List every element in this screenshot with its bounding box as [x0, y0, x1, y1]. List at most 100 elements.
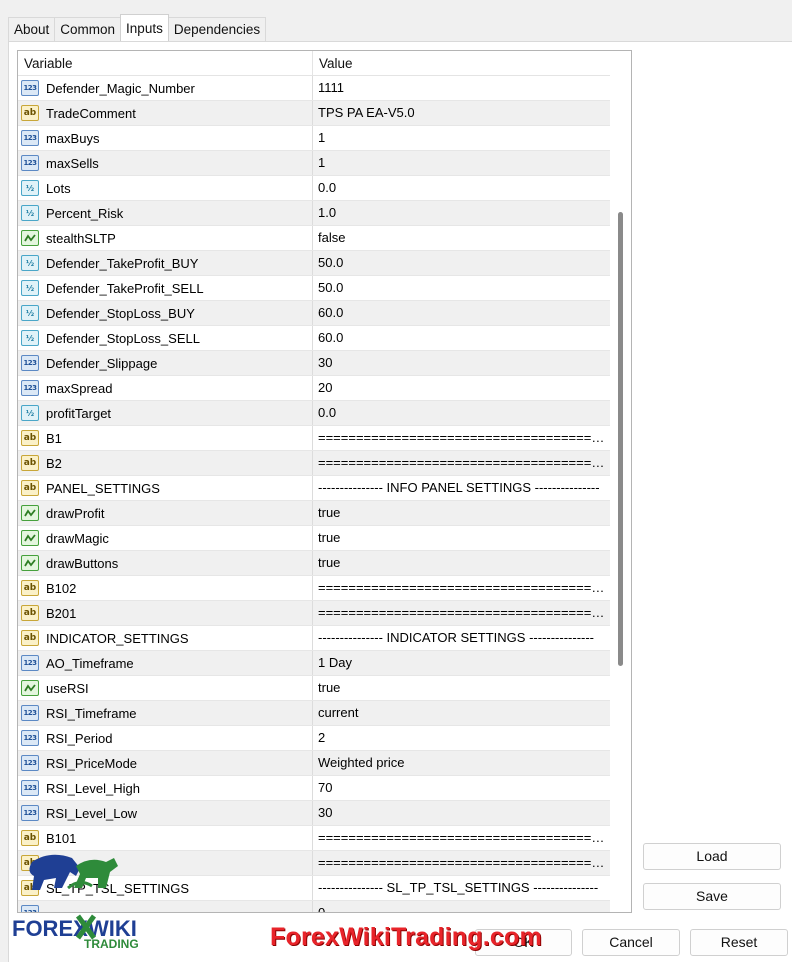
value-cell[interactable]: ========================================…: [313, 826, 610, 850]
scrollbar-thumb[interactable]: [618, 212, 623, 666]
table-row[interactable]: 123 RSI_PriceMode Weighted price: [18, 751, 610, 776]
variable-cell: 123 RSI_Level_High: [18, 776, 313, 800]
variable-cell: drawMagic: [18, 526, 313, 550]
table-row[interactable]: 123 maxSells 1: [18, 151, 610, 176]
value-cell[interactable]: 20: [313, 376, 610, 400]
type-icon-label: 123: [23, 134, 37, 142]
table-row[interactable]: ab B201 ==================================…: [18, 601, 610, 626]
table-row[interactable]: 123 RSI_Level_Low 30: [18, 801, 610, 826]
table-row[interactable]: 123 Defender_Slippage 30: [18, 351, 610, 376]
value-cell[interactable]: 0: [313, 901, 610, 912]
cancel-button[interactable]: Cancel: [582, 929, 680, 956]
type-icon-label: ab: [23, 483, 37, 493]
type-icon-label: 123: [23, 759, 37, 767]
variable-cell: ½ Lots: [18, 176, 313, 200]
column-header-variable[interactable]: Variable: [18, 51, 313, 76]
tab-about[interactable]: About: [8, 17, 56, 41]
value-cell[interactable]: 2: [313, 726, 610, 750]
variable-name: drawButtons: [46, 555, 119, 571]
table-row[interactable]: drawProfit true: [18, 501, 610, 526]
table-row[interactable]: ½ Defender_TakeProfit_SELL 50.0: [18, 276, 610, 301]
value-cell[interactable]: ========================================…: [313, 851, 610, 875]
table-row[interactable]: 123 RSI_Period 2: [18, 726, 610, 751]
table-row[interactable]: ½ Percent_Risk 1.0: [18, 201, 610, 226]
inputs-grid[interactable]: Variable Value 123 Defender_Magic_Number 1…: [17, 50, 632, 913]
value-cell[interactable]: 70: [313, 776, 610, 800]
value-cell[interactable]: true: [313, 526, 610, 550]
table-row[interactable]: useRSI true: [18, 676, 610, 701]
value-cell[interactable]: ========================================…: [313, 576, 610, 600]
table-row[interactable]: 123 maxBuys 1: [18, 126, 610, 151]
value-cell[interactable]: current: [313, 701, 610, 725]
variable-name: drawProfit: [46, 505, 105, 521]
table-row[interactable]: 123 AO_Timeframe 1 Day: [18, 651, 610, 676]
value-cell[interactable]: 50.0: [313, 251, 610, 275]
vertical-scrollbar[interactable]: [610, 51, 631, 912]
table-row[interactable]: 123 maxSpread 20: [18, 376, 610, 401]
value-cell[interactable]: TPS PA EA-V5.0: [313, 101, 610, 125]
value-cell[interactable]: 50.0: [313, 276, 610, 300]
value-cell[interactable]: 0.0: [313, 176, 610, 200]
reset-button[interactable]: Reset: [690, 929, 788, 956]
svg-text:TRADING: TRADING: [84, 937, 139, 948]
variable-name: B1: [46, 430, 62, 446]
value-cell[interactable]: 1.0: [313, 201, 610, 225]
table-row[interactable]: ½ profitTarget 0.0: [18, 401, 610, 426]
table-row[interactable]: ½ Defender_StopLoss_BUY 60.0: [18, 301, 610, 326]
variable-name: Defender_Magic_Number: [46, 80, 195, 96]
table-row[interactable]: ab TradeComment TPS PA EA-V5.0: [18, 101, 610, 126]
integer-type-icon: 123: [21, 355, 39, 371]
value-cell[interactable]: ========================================…: [313, 451, 610, 475]
value-cell[interactable]: 60.0: [313, 301, 610, 325]
integer-type-icon: 123: [21, 380, 39, 396]
table-row[interactable]: ab INDICATOR_SETTINGS --------------- INDI…: [18, 626, 610, 651]
table-row[interactable]: 123 Defender_Magic_Number 1111: [18, 76, 610, 101]
tab-inputs[interactable]: Inputs: [120, 14, 169, 41]
value-cell[interactable]: false: [313, 226, 610, 250]
tab-dependencies[interactable]: Dependencies: [167, 17, 267, 41]
value-cell[interactable]: Weighted price: [313, 751, 610, 775]
value-cell[interactable]: 1: [313, 126, 610, 150]
tab-common[interactable]: Common: [54, 17, 122, 41]
variable-name: maxBuys: [46, 130, 100, 146]
save-button[interactable]: Save: [643, 883, 781, 910]
value-cell[interactable]: 1111: [313, 76, 610, 100]
table-row[interactable]: 123 RSI_Timeframe current: [18, 701, 610, 726]
type-icon-label: 123: [23, 384, 37, 392]
table-row[interactable]: ab B1 ====================================…: [18, 426, 610, 451]
value-cell[interactable]: true: [313, 551, 610, 575]
column-header-value[interactable]: Value: [313, 51, 610, 76]
table-row[interactable]: drawButtons true: [18, 551, 610, 576]
table-row[interactable]: 123 RSI_Level_High 70: [18, 776, 610, 801]
variable-name: Defender_Slippage: [46, 355, 158, 371]
table-row[interactable]: ½ Defender_TakeProfit_BUY 50.0: [18, 251, 610, 276]
value-cell[interactable]: true: [313, 501, 610, 525]
table-row[interactable]: ab B2 ====================================…: [18, 451, 610, 476]
table-row[interactable]: stealthSLTP false: [18, 226, 610, 251]
variable-cell: ab INDICATOR_SETTINGS: [18, 626, 313, 650]
value-cell[interactable]: ========================================…: [313, 426, 610, 450]
variable-cell: drawProfit: [18, 501, 313, 525]
table-row[interactable]: ab PANEL_SETTINGS --------------- INFO PAN…: [18, 476, 610, 501]
value-cell[interactable]: 0.0: [313, 401, 610, 425]
value-cell[interactable]: 60.0: [313, 326, 610, 350]
table-row[interactable]: ½ Lots 0.0: [18, 176, 610, 201]
value-cell[interactable]: --------------- SL_TP_TSL_SETTINGS -----…: [313, 876, 610, 900]
table-row[interactable]: ½ Defender_StopLoss_SELL 60.0: [18, 326, 610, 351]
integer-type-icon: 123: [21, 155, 39, 171]
value-cell[interactable]: --------------- INFO PANEL SETTINGS ----…: [313, 476, 610, 500]
value-cell[interactable]: 1: [313, 151, 610, 175]
variable-name: RSI_Level_Low: [46, 805, 138, 821]
table-row[interactable]: ab B102 ==================================…: [18, 576, 610, 601]
value-cell[interactable]: 1 Day: [313, 651, 610, 675]
value-cell[interactable]: ========================================…: [313, 601, 610, 625]
value-cell[interactable]: 30: [313, 351, 610, 375]
table-row[interactable]: drawMagic true: [18, 526, 610, 551]
variable-cell: ½ Percent_Risk: [18, 201, 313, 225]
value-cell[interactable]: --------------- INDICATOR SETTINGS -----…: [313, 626, 610, 650]
value-cell[interactable]: true: [313, 676, 610, 700]
variable-name: Lots: [46, 180, 71, 196]
value-cell[interactable]: 30: [313, 801, 610, 825]
integer-type-icon: 123: [21, 755, 39, 771]
load-button[interactable]: Load: [643, 843, 781, 870]
